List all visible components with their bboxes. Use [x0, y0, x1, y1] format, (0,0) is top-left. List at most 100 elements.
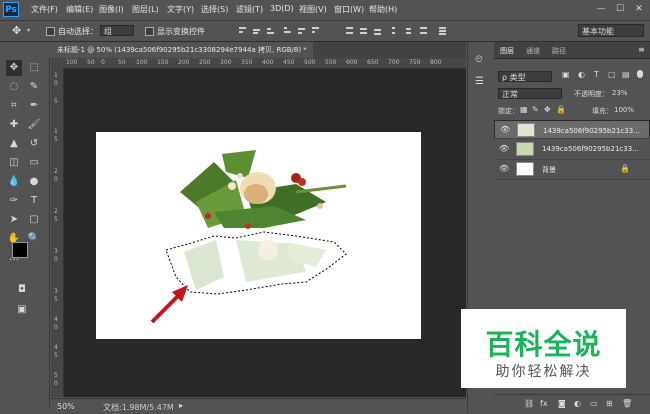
- minimize-button[interactable]: —: [594, 3, 608, 15]
- distribute-right-icon[interactable]: [419, 26, 428, 35]
- tab-channels[interactable]: 通道: [526, 46, 540, 56]
- distribute-top-icon[interactable]: [345, 26, 354, 35]
- visibility-eye-icon[interactable]: 👁: [499, 145, 509, 153]
- type-tool-icon[interactable]: T: [26, 193, 42, 209]
- healing-brush-tool-icon[interactable]: ✚: [6, 117, 22, 133]
- menu-type[interactable]: 文字(Y): [167, 4, 194, 15]
- zoom-tool-icon[interactable]: 🔍: [26, 231, 42, 247]
- foreground-color-swatch[interactable]: [12, 242, 28, 258]
- visibility-eye-icon[interactable]: 👁: [500, 126, 510, 134]
- align-hcenter-icon[interactable]: [297, 26, 306, 35]
- tab-paths[interactable]: 路径: [552, 46, 566, 56]
- distribute-bottom-icon[interactable]: [373, 26, 382, 35]
- properties-panel-icon[interactable]: ☰: [475, 76, 484, 87]
- align-right-icon[interactable]: [311, 26, 320, 35]
- quick-select-tool-icon[interactable]: ✎: [26, 79, 42, 95]
- vertical-ruler[interactable]: 1 0 5 1 5 2 0 2 5 3 0 3 5 4 0 4 5 5 0: [51, 68, 64, 397]
- eraser-tool-icon[interactable]: ◫: [6, 155, 22, 171]
- fill-value[interactable]: 100%: [614, 106, 634, 114]
- new-layer-icon[interactable]: ⊞: [606, 399, 613, 408]
- lock-transparent-icon[interactable]: ▦: [520, 105, 528, 114]
- distribute-hcenter-icon[interactable]: [405, 26, 414, 35]
- menu-help[interactable]: 帮助(H): [369, 4, 397, 15]
- document-size[interactable]: 文档:1.98M/5.47M: [103, 402, 174, 413]
- screen-mode-icon[interactable]: ▣: [14, 302, 30, 318]
- opacity-value[interactable]: 23%: [612, 89, 628, 97]
- menu-select[interactable]: 选择(S): [201, 4, 228, 15]
- distribute-vcenter-icon[interactable]: [359, 26, 368, 35]
- menu-edit[interactable]: 编辑(E): [66, 4, 93, 15]
- lasso-tool-icon[interactable]: ◌: [6, 79, 22, 95]
- layer-row[interactable]: 👁 1439ca506f90295b21c33...: [494, 120, 650, 139]
- tool-preset-chevron-icon[interactable]: ▾: [27, 27, 30, 34]
- move-tool-icon[interactable]: ✥: [12, 24, 21, 37]
- layer-row[interactable]: 👁 1439ca506f90295b21c33...: [494, 140, 650, 160]
- menu-window[interactable]: 窗口(W): [334, 4, 364, 15]
- filter-shape-icon[interactable]: ▢: [608, 70, 616, 79]
- auto-align-icon[interactable]: [438, 26, 447, 35]
- layer-row[interactable]: 👁 背景 🔒: [494, 160, 650, 180]
- zongzi-main: [180, 150, 347, 229]
- lock-label: 锁定：: [498, 107, 519, 115]
- close-window-button[interactable]: ✕: [632, 3, 646, 15]
- quick-mask-icon[interactable]: ◘: [14, 282, 30, 298]
- crop-tool-icon[interactable]: ⌗: [6, 98, 22, 114]
- brush-tool-icon[interactable]: 🖌: [26, 117, 42, 133]
- blur-tool-icon[interactable]: 💧: [6, 174, 22, 190]
- link-layers-icon[interactable]: ⛓: [524, 399, 534, 408]
- ruler-tick: 50: [118, 59, 126, 66]
- zoom-level[interactable]: 50%: [57, 402, 75, 411]
- gradient-tool-icon[interactable]: ▭: [26, 155, 42, 171]
- visibility-eye-icon[interactable]: 👁: [499, 165, 509, 173]
- dodge-tool-icon[interactable]: ●: [26, 174, 42, 190]
- ruler-tick: 200: [178, 59, 190, 66]
- eyedropper-tool-icon[interactable]: ✒: [26, 98, 42, 114]
- align-top-icon[interactable]: [238, 26, 247, 35]
- pen-tool-icon[interactable]: ✑: [6, 193, 22, 209]
- new-group-folder-icon[interactable]: ▭: [590, 399, 598, 408]
- history-brush-tool-icon[interactable]: ↺: [26, 136, 42, 152]
- layer-filter-dropdown[interactable]: ρ 类型: [498, 71, 552, 82]
- distribute-left-icon[interactable]: [391, 26, 400, 35]
- document-tab[interactable]: 未标题-1 @ 50% (1439ca506f90295b21c3308294e…: [51, 42, 313, 58]
- clone-stamp-tool-icon[interactable]: ▲: [6, 136, 22, 152]
- menu-layer[interactable]: 图层(L): [132, 4, 159, 15]
- history-panel-icon[interactable]: ⏲: [475, 54, 483, 65]
- adjustment-layer-icon[interactable]: ◐: [574, 399, 581, 408]
- shape-tool-icon[interactable]: ▢: [26, 212, 42, 228]
- auto-select-checkbox[interactable]: [46, 27, 55, 36]
- lock-pixels-icon[interactable]: ✎: [532, 105, 539, 114]
- path-select-tool-icon[interactable]: ➤: [6, 212, 22, 228]
- maximize-button[interactable]: ☐: [613, 3, 627, 15]
- filter-pixel-icon[interactable]: ▣: [562, 70, 570, 79]
- status-menu-icon[interactable]: ▸: [179, 401, 183, 410]
- menu-3d[interactable]: 3D(D): [270, 4, 294, 13]
- workspace-dropdown[interactable]: 基本功能: [578, 24, 644, 37]
- align-bottom-icon[interactable]: [266, 26, 275, 35]
- lock-position-icon[interactable]: ✥: [544, 105, 551, 114]
- fx-icon[interactable]: fx: [540, 399, 548, 408]
- trash-icon[interactable]: 🗑: [622, 399, 632, 408]
- auto-select-dropdown[interactable]: 组: [100, 25, 134, 36]
- filter-toggle-icon[interactable]: [637, 70, 643, 78]
- filter-smart-object-icon[interactable]: ▤: [622, 70, 630, 79]
- menu-image[interactable]: 图像(I): [99, 4, 124, 15]
- panel-menu-icon[interactable]: ≡: [638, 45, 645, 54]
- blend-mode-dropdown[interactable]: 正常: [498, 88, 562, 99]
- add-mask-icon[interactable]: ◙: [558, 399, 566, 408]
- move-tool-icon[interactable]: ✥: [6, 60, 22, 76]
- document-canvas[interactable]: [96, 132, 421, 339]
- align-vcenter-icon[interactable]: [252, 26, 261, 35]
- align-left-icon[interactable]: [283, 26, 292, 35]
- lock-all-icon[interactable]: 🔒: [556, 105, 566, 114]
- menu-filter[interactable]: 滤镜(T): [236, 4, 263, 15]
- filter-type-icon[interactable]: T: [594, 70, 599, 79]
- menu-view[interactable]: 视图(V): [299, 4, 327, 15]
- horizontal-ruler[interactable]: 100 50 0 50 100 150 200 250 300 350 400 …: [64, 58, 466, 69]
- menu-file[interactable]: 文件(F): [31, 4, 58, 15]
- tab-layers[interactable]: 图层: [500, 46, 514, 56]
- show-transform-checkbox[interactable]: [145, 27, 154, 36]
- marquee-tool-icon[interactable]: ⬚: [26, 60, 42, 76]
- ruler-tick: 350: [241, 59, 253, 66]
- filter-adjustment-icon[interactable]: ◐: [578, 70, 585, 79]
